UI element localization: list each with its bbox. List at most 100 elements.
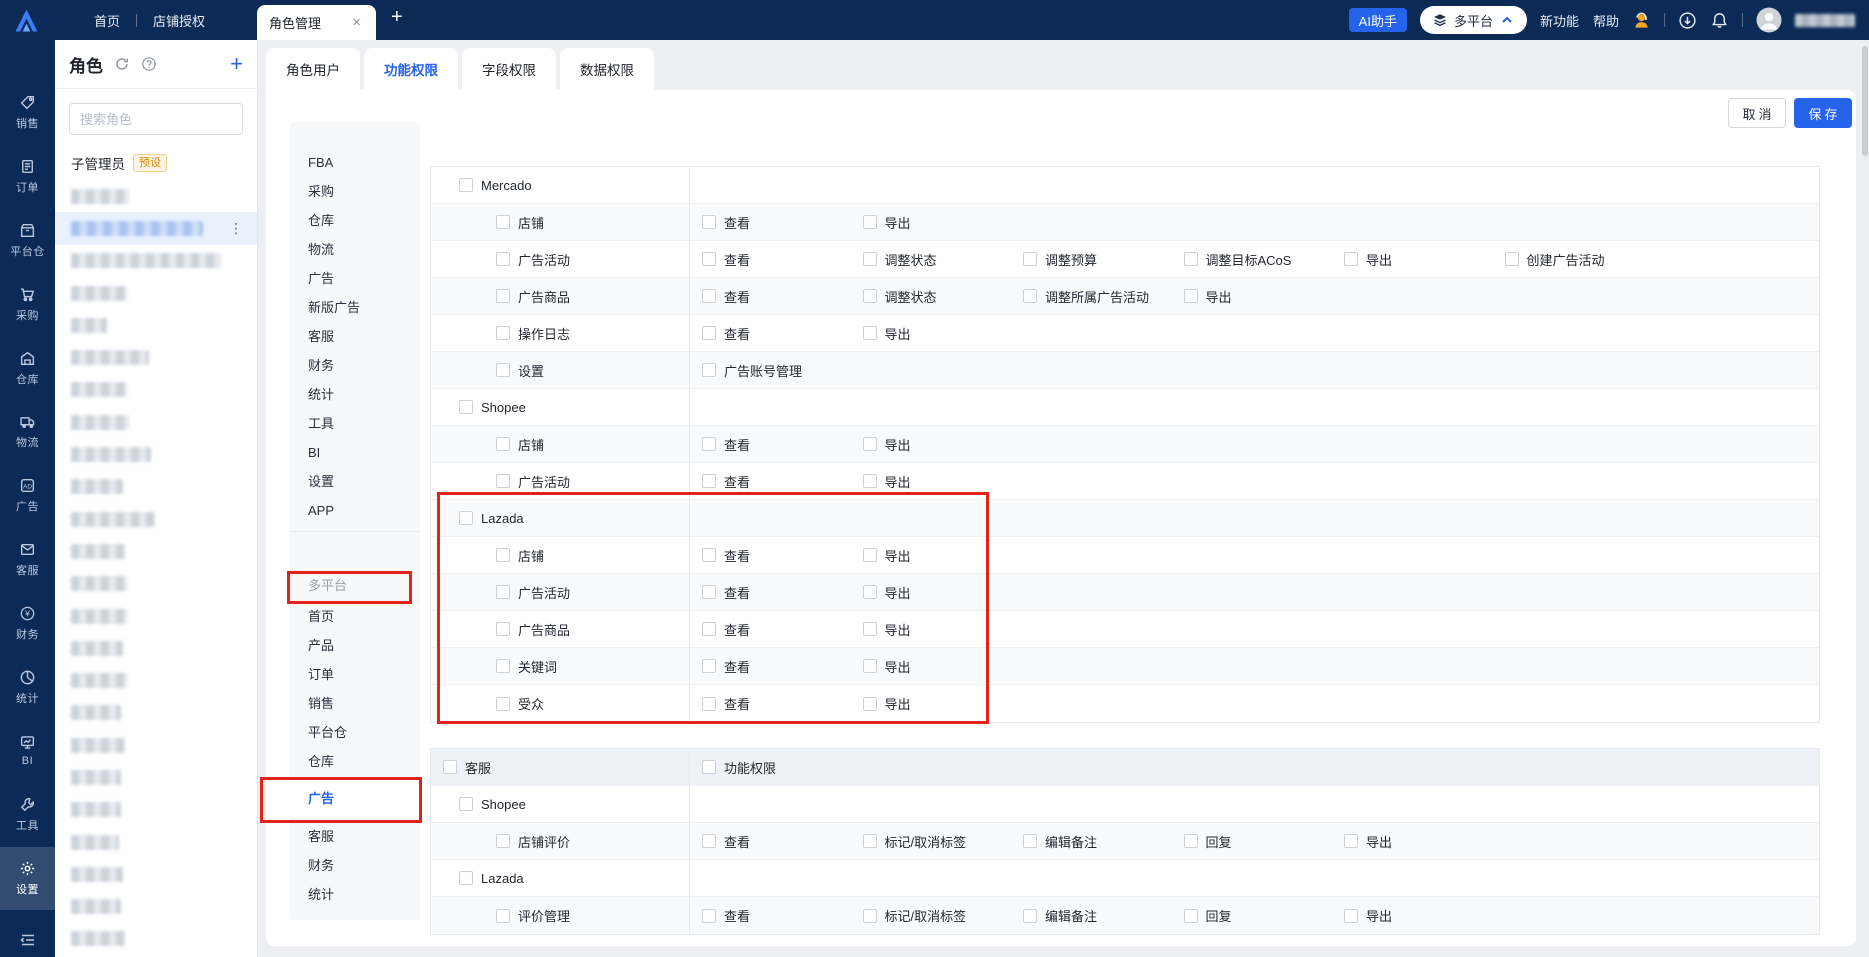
- checkbox[interactable]: [496, 363, 510, 377]
- checkbox[interactable]: [459, 871, 473, 885]
- checkbox[interactable]: [862, 326, 877, 340]
- bell-icon[interactable]: [1710, 11, 1729, 30]
- tab-role-management[interactable]: 角色管理 ×: [257, 5, 376, 40]
- checkbox[interactable]: [496, 548, 510, 562]
- role-list-item[interactable]: [55, 697, 257, 729]
- role-list-item[interactable]: [55, 923, 257, 955]
- menu-item-bottom-0[interactable]: 首页: [290, 602, 420, 631]
- menu-item-bottom-3[interactable]: 销售: [290, 689, 420, 718]
- help-icon[interactable]: [141, 56, 157, 72]
- role-list-item[interactable]: [55, 180, 257, 212]
- role-list-item[interactable]: [55, 341, 257, 373]
- role-list-item[interactable]: [55, 664, 257, 696]
- checkbox[interactable]: [1023, 289, 1037, 303]
- role-item-preset[interactable]: 子管理员 预设: [55, 148, 257, 178]
- checkbox[interactable]: [496, 622, 510, 636]
- sidebar-item-platform-warehouse[interactable]: 平台仓: [0, 209, 55, 273]
- save-button[interactable]: 保存: [1794, 98, 1852, 128]
- menu-item-top-9[interactable]: 工具: [290, 409, 420, 438]
- platform-switcher[interactable]: 多平台: [1419, 6, 1527, 34]
- avatar[interactable]: [1756, 7, 1782, 33]
- checkbox[interactable]: [862, 834, 877, 848]
- user-name-blurred[interactable]: [1795, 13, 1855, 27]
- checkbox[interactable]: [1023, 252, 1037, 266]
- checkbox[interactable]: [496, 585, 510, 599]
- menu-item-bottom-9[interactable]: 统计: [290, 880, 420, 909]
- menu-item-bottom-7[interactable]: 客服: [290, 822, 420, 851]
- checkbox[interactable]: [862, 474, 877, 488]
- checkbox[interactable]: [862, 622, 877, 636]
- sidebar-item-finance[interactable]: ¥ 财务: [0, 591, 55, 655]
- menu-item-bottom-5[interactable]: 仓库: [290, 747, 420, 776]
- checkbox[interactable]: [459, 400, 473, 414]
- checkbox[interactable]: [862, 696, 877, 711]
- checkbox[interactable]: [702, 474, 716, 488]
- checkbox[interactable]: [1023, 908, 1037, 923]
- menu-item-top-12[interactable]: APP: [290, 496, 420, 525]
- checkbox[interactable]: [862, 215, 877, 229]
- checkbox[interactable]: [496, 437, 510, 451]
- role-list-item[interactable]: [55, 471, 257, 503]
- checkbox[interactable]: [496, 289, 510, 303]
- sidebar-item-orders[interactable]: 订单: [0, 145, 55, 209]
- checkbox[interactable]: [1183, 289, 1198, 303]
- checkbox[interactable]: [702, 437, 716, 451]
- menu-item-top-8[interactable]: 统计: [290, 380, 420, 409]
- menu-item-top-3[interactable]: 物流: [290, 235, 420, 264]
- sidebar-item-warehouse[interactable]: 仓库: [0, 336, 55, 400]
- refresh-icon[interactable]: [114, 56, 130, 72]
- menu-item-top-0[interactable]: FBA: [290, 148, 420, 177]
- nav-tab-1[interactable]: 店铺授权: [137, 11, 221, 30]
- checkbox[interactable]: [702, 215, 716, 229]
- role-search-input[interactable]: [80, 111, 232, 127]
- role-list-item[interactable]: [55, 245, 257, 277]
- cancel-button[interactable]: 取消: [1728, 98, 1786, 128]
- menu-item-top-1[interactable]: 采购: [290, 177, 420, 206]
- content-tab-2[interactable]: 字段权限: [462, 48, 556, 90]
- download-icon[interactable]: [1678, 11, 1697, 30]
- menu-item-bottom-6[interactable]: 广告: [290, 780, 420, 818]
- checkbox[interactable]: [702, 622, 716, 636]
- sidebar-item-purchase[interactable]: 采购: [0, 272, 55, 336]
- sidebar-item-logistics[interactable]: 物流: [0, 400, 55, 464]
- menu-item-top-11[interactable]: 设置: [290, 467, 420, 496]
- topbar-link-1[interactable]: 帮助: [1593, 11, 1619, 30]
- sidebar-item-service[interactable]: 客服: [0, 528, 55, 592]
- checkbox[interactable]: [702, 659, 716, 673]
- nav-tab-0[interactable]: 首页: [78, 11, 136, 30]
- checkbox[interactable]: [702, 326, 716, 340]
- checkbox[interactable]: [1344, 834, 1358, 848]
- checkbox[interactable]: [862, 908, 877, 923]
- checkbox[interactable]: [702, 289, 716, 303]
- checkbox[interactable]: [702, 834, 716, 848]
- topbar-link-0[interactable]: 新功能: [1540, 11, 1579, 30]
- role-list-item[interactable]: [55, 600, 257, 632]
- checkbox[interactable]: [702, 760, 716, 774]
- checkbox[interactable]: [496, 834, 510, 848]
- checkbox[interactable]: [496, 474, 510, 488]
- checkbox[interactable]: [702, 585, 716, 599]
- close-icon[interactable]: ×: [349, 13, 364, 32]
- role-list-item[interactable]: [55, 729, 257, 761]
- more-actions-icon[interactable]: ⋮: [229, 220, 243, 237]
- role-list-item[interactable]: [55, 826, 257, 858]
- role-list-item[interactable]: [55, 503, 257, 535]
- checkbox[interactable]: [702, 696, 716, 711]
- checkbox[interactable]: [496, 215, 510, 229]
- checkbox[interactable]: [702, 252, 716, 266]
- menu-item-bottom-1[interactable]: 产品: [290, 631, 420, 660]
- checkbox[interactable]: [1183, 908, 1198, 923]
- checkbox[interactable]: [1023, 834, 1037, 848]
- add-role-button[interactable]: +: [230, 53, 243, 75]
- menu-item-bottom-4[interactable]: 平台仓: [290, 718, 420, 747]
- checkbox[interactable]: [496, 326, 510, 340]
- role-list-item[interactable]: [55, 309, 257, 341]
- checkbox[interactable]: [702, 908, 716, 923]
- role-list-item[interactable]: [55, 374, 257, 406]
- role-list-item[interactable]: [55, 438, 257, 470]
- checkbox[interactable]: [862, 437, 877, 451]
- checkbox[interactable]: [862, 252, 877, 266]
- checkbox[interactable]: [1183, 252, 1198, 266]
- sidebar-item-bi[interactable]: BI: [0, 719, 55, 783]
- checkbox[interactable]: [1504, 252, 1519, 266]
